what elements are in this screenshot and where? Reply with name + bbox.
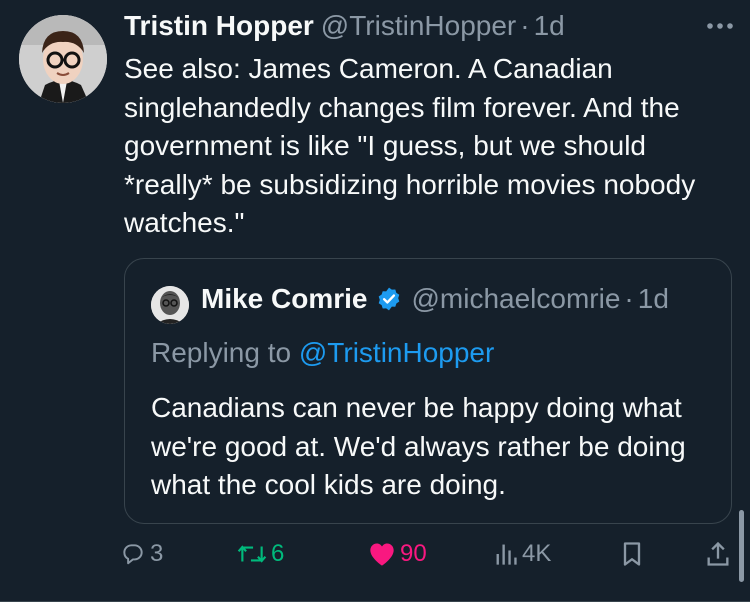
share-icon <box>707 541 729 566</box>
quoted-tweet-time[interactable]: 1d <box>638 283 669 315</box>
tweet-header: Tristin Hopper @TristinHopper · 1d <box>124 10 734 50</box>
heart-icon <box>370 543 394 566</box>
replying-to-mention[interactable]: @TristinHopper <box>299 337 494 368</box>
views-icon <box>496 544 517 565</box>
reply-count: 3 <box>150 540 164 567</box>
reply-button[interactable]: 3 <box>120 540 163 568</box>
quoted-avatar-image <box>151 286 189 324</box>
author-avatar[interactable] <box>19 15 107 103</box>
share-button[interactable] <box>705 540 731 568</box>
tweet: Tristin Hopper @TristinHopper · 1d See a… <box>0 0 750 602</box>
quoted-tweet[interactable]: Mike Comrie @michaelcomrie · 1d Replying… <box>124 258 732 524</box>
author-display-name[interactable]: Tristin Hopper <box>124 10 314 42</box>
quoted-header-separator: · <box>624 283 634 314</box>
reply-icon <box>123 544 143 565</box>
quoted-tweet-text: Canadians can never be happy doing what … <box>151 392 686 500</box>
bookmark-icon <box>623 542 641 566</box>
retweet-icon <box>237 545 267 563</box>
replying-to-line: Replying to @TristinHopper <box>151 337 494 369</box>
scrollbar[interactable] <box>739 510 744 582</box>
verified-badge-icon[interactable] <box>376 286 402 312</box>
quoted-author-display-name[interactable]: Mike Comrie <box>201 283 368 315</box>
quoted-author-avatar[interactable] <box>151 286 189 324</box>
tweet-time[interactable]: 1d <box>534 10 565 42</box>
replying-to-prefix: Replying to <box>151 337 299 368</box>
like-button[interactable]: 90 <box>368 540 427 568</box>
quoted-header: Mike Comrie @michaelcomrie · 1d <box>201 283 669 315</box>
avatar-image <box>19 15 107 103</box>
author-handle[interactable]: @TristinHopper <box>321 10 516 42</box>
bookmark-button[interactable] <box>620 540 644 568</box>
action-bar: 3 6 90 4K <box>120 540 730 576</box>
retweet-button[interactable]: 6 <box>237 540 284 568</box>
views-count: 4K <box>522 540 552 567</box>
header-separator: · <box>520 10 530 41</box>
views-button[interactable]: 4K <box>494 540 551 568</box>
more-horizontal-icon[interactable] <box>706 20 734 32</box>
quoted-author-handle[interactable]: @michaelcomrie <box>412 283 621 315</box>
retweet-count: 6 <box>271 540 285 567</box>
tweet-content: Tristin Hopper @TristinHopper · 1d See a… <box>124 10 734 243</box>
like-count: 90 <box>400 540 427 567</box>
tweet-text: See also: James Cameron. A Canadian sing… <box>124 53 696 238</box>
